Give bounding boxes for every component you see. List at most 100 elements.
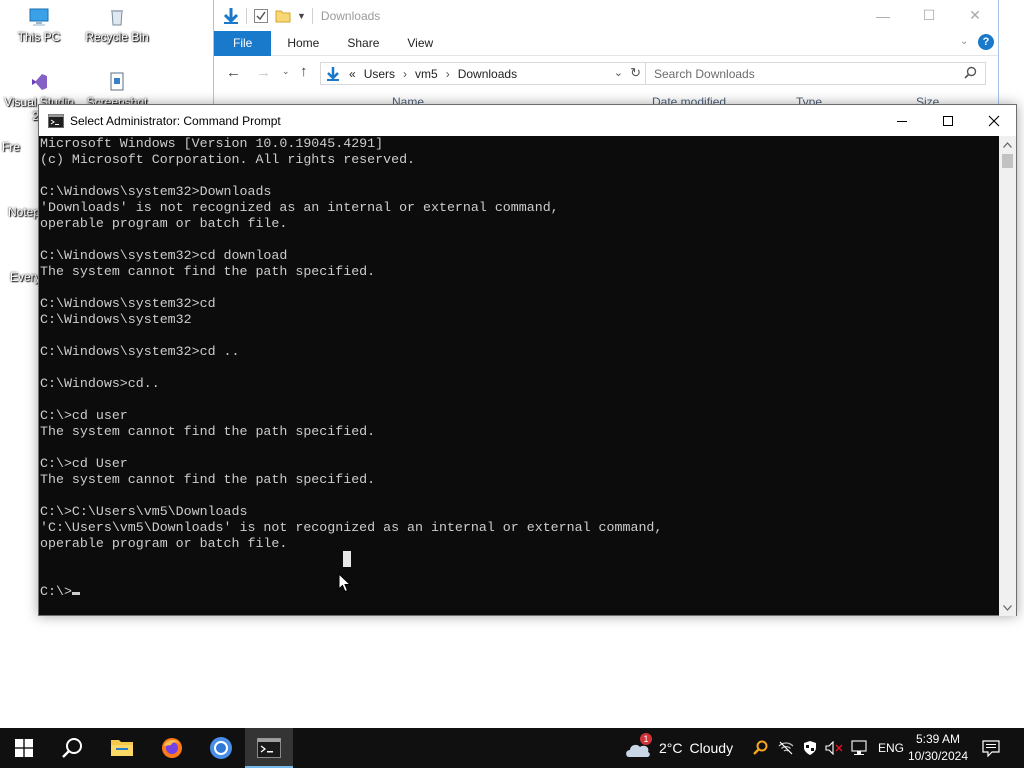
- explorer-navbar: ← → ⌄ ↑ « Users › vm5 › Downloads ⌄ ↻ Se…: [214, 56, 998, 90]
- text-ibeam-cursor: [343, 551, 351, 567]
- forward-arrow-icon[interactable]: →: [256, 64, 271, 81]
- download-folder-icon: [325, 66, 341, 82]
- cmd-close-button[interactable]: [971, 105, 1017, 136]
- console-line: The system cannot find the path specifie…: [40, 424, 376, 439]
- tab-file[interactable]: File: [214, 30, 272, 56]
- explorer-close-button[interactable]: ✕: [952, 0, 998, 31]
- address-part-downloads[interactable]: Downloads: [458, 67, 517, 81]
- console-line: operable program or batch file.: [40, 536, 288, 551]
- security-shield-icon[interactable]: [798, 740, 822, 756]
- console-line: The system cannot find the path specifie…: [40, 472, 376, 487]
- refresh-icon[interactable]: ↻: [630, 65, 641, 81]
- ribbon-expand-icon[interactable]: ⌄: [960, 36, 968, 47]
- weather-alert-badge: 1: [640, 733, 652, 745]
- desktop-icon-recycle-bin[interactable]: Recycle Bin: [78, 6, 156, 44]
- mouse-pointer-icon: [338, 573, 352, 593]
- cmd-scrollbar[interactable]: [999, 136, 1016, 616]
- search-input[interactable]: Search Downloads: [645, 62, 986, 85]
- firefox-button[interactable]: [148, 728, 196, 768]
- action-center-button[interactable]: [968, 728, 1014, 768]
- console-line: 'Downloads' is not recognized as an inte…: [40, 200, 559, 215]
- desktop-icon-label: Notep: [8, 205, 41, 219]
- address-part-vm5[interactable]: vm5: [415, 67, 438, 81]
- search-tray-icon[interactable]: [752, 740, 774, 756]
- clock[interactable]: 5:39 AM 10/30/2024: [908, 731, 968, 765]
- up-arrow-icon[interactable]: ↑: [300, 63, 308, 80]
- desktop-icon-everything[interactable]: Every: [0, 270, 41, 284]
- file-explorer-window[interactable]: ▼ Downloads — ☐ ✕ File Home Share View ⌄…: [213, 0, 999, 110]
- search-icon[interactable]: [964, 66, 977, 79]
- scroll-down-icon[interactable]: [999, 599, 1016, 616]
- file-explorer-button[interactable]: [98, 728, 146, 768]
- recent-dropdown-icon[interactable]: ⌄: [282, 66, 290, 77]
- notification-icon: [982, 739, 1000, 757]
- desktop-icon-this-pc[interactable]: This PC: [0, 6, 78, 44]
- start-button[interactable]: [0, 728, 48, 768]
- scrollbar-thumb[interactable]: [1002, 154, 1013, 168]
- tab-view[interactable]: View: [393, 31, 447, 56]
- explorer-minimize-button[interactable]: —: [860, 0, 906, 31]
- recycle-bin-icon: [106, 6, 128, 28]
- address-dropdown-icon[interactable]: ⌄: [614, 66, 623, 79]
- cmd-minimize-button[interactable]: [879, 105, 925, 136]
- qat-dropdown-icon[interactable]: ▼: [297, 11, 306, 21]
- cmd-app-icon[interactable]: [48, 113, 64, 128]
- network-disconnected-icon[interactable]: [774, 741, 798, 755]
- explorer-titlebar[interactable]: ▼ Downloads — ☐ ✕: [214, 0, 998, 31]
- chevron-right-icon[interactable]: ›: [403, 67, 407, 81]
- network-icon[interactable]: [846, 740, 872, 756]
- new-folder-icon[interactable]: [275, 8, 291, 24]
- desktop-icon-app[interactable]: Fre: [0, 140, 40, 154]
- console-line: C:\Windows\system32>cd: [40, 296, 216, 311]
- tab-home[interactable]: Home: [271, 31, 333, 56]
- help-icon[interactable]: ?: [978, 34, 994, 50]
- weather-condition: Cloudy: [689, 740, 734, 756]
- console-line: operable program or batch file.: [40, 216, 288, 231]
- explorer-maximize-button[interactable]: ☐: [906, 0, 952, 31]
- desktop-icon-notepad[interactable]: Notep: [0, 205, 40, 219]
- scroll-up-icon[interactable]: [999, 136, 1016, 153]
- console-line: C:\>C:\Users\vm5\Downloads: [40, 504, 248, 519]
- clock-time: 5:39 AM: [915, 732, 960, 746]
- console-line: C:\Windows\system32>Downloads: [40, 184, 272, 199]
- console-line: C:\Windows>cd..: [40, 376, 160, 391]
- search-button[interactable]: [48, 728, 96, 768]
- download-arrow-icon[interactable]: [222, 7, 240, 25]
- folder-icon: [110, 738, 134, 758]
- language-indicator[interactable]: ENG: [878, 741, 904, 755]
- this-pc-icon: [28, 6, 50, 28]
- explorer-ribbon: File Home Share View ⌄ ?: [214, 30, 998, 56]
- address-overflow[interactable]: «: [349, 67, 356, 81]
- cmd-console-output[interactable]: Microsoft Windows [Version 10.0.19045.42…: [39, 136, 999, 616]
- search-icon: [61, 737, 83, 759]
- address-bar[interactable]: « Users › vm5 › Downloads ⌄ ↻: [320, 62, 646, 85]
- desktop-icon-label: Every: [10, 270, 41, 284]
- console-line: C:\>cd User: [40, 456, 128, 471]
- chevron-right-icon[interactable]: ›: [446, 67, 450, 81]
- cmd-maximize-button[interactable]: [925, 105, 971, 136]
- command-prompt-window[interactable]: Select Administrator: Command Prompt Mic…: [38, 104, 1017, 616]
- screenshot-icon: [106, 71, 128, 93]
- chrome-button[interactable]: [197, 728, 245, 768]
- clock-date: 10/30/2024: [907, 749, 968, 763]
- volume-muted-icon[interactable]: [822, 741, 846, 755]
- weather-widget[interactable]: 1 2°C Cloudy: [624, 728, 733, 768]
- taskbar: 1 2°C Cloudy ENG 5:39 AM 10/30/2024: [0, 728, 1024, 768]
- cloudy-weather-icon: 1: [624, 733, 652, 759]
- properties-icon[interactable]: [253, 8, 269, 24]
- cmd-titlebar[interactable]: Select Administrator: Command Prompt: [39, 105, 1016, 136]
- address-part-users[interactable]: Users: [364, 67, 395, 81]
- tab-share[interactable]: Share: [333, 31, 393, 56]
- command-prompt-taskbar-button[interactable]: [245, 728, 293, 768]
- firefox-icon: [160, 736, 184, 760]
- visual-studio-icon: [28, 71, 50, 93]
- back-arrow-icon[interactable]: ←: [226, 64, 241, 81]
- console-line: C:\Windows\system32: [40, 312, 192, 327]
